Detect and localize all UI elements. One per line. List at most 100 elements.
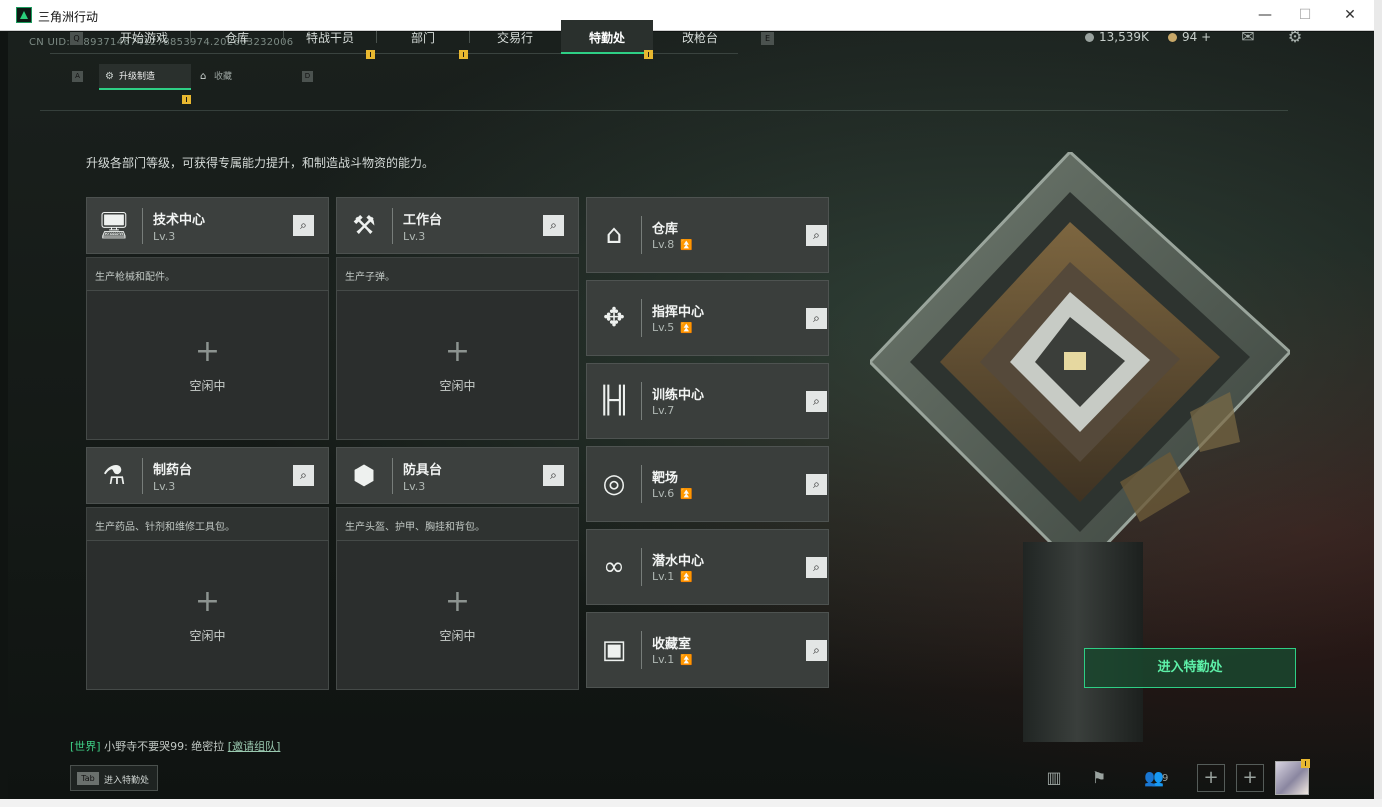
tab-departments[interactable]: 部门 <box>377 20 469 54</box>
ticket-amount: 94 <box>1182 30 1198 44</box>
department-card-training-center[interactable]: ╟╢ 训练中心 Lv.7 <box>586 363 829 439</box>
search-button[interactable]: ⌕ <box>806 474 827 495</box>
upgrade-available-icon: ⏫ <box>680 323 693 334</box>
card-divider <box>142 208 143 244</box>
department-card-shooting-range[interactable]: ◎ 靶场 Lv.6 ⏫ <box>586 446 829 522</box>
workshop-level: Lv.3 <box>153 480 176 493</box>
department-level-text: Lv.5 <box>652 321 675 334</box>
workshop-level: Lv.3 <box>403 230 426 243</box>
chat-message: 小野寺不要哭99: 绝密拉 <box>104 740 225 753</box>
invite-team-link[interactable]: [邀请组队] <box>228 740 281 753</box>
settings-gear-icon[interactable]: ⚙ <box>1285 27 1305 46</box>
slot-status: 空闲中 <box>439 379 476 393</box>
special-ops-cube-artwork <box>870 152 1290 572</box>
craft-slot-workbench[interactable]: + 空闲中 <box>336 290 579 440</box>
close-button[interactable]: ✕ <box>1327 4 1373 26</box>
diving-mask-icon: ∞ <box>603 552 625 582</box>
tab-special-ops[interactable]: 特勤处 <box>561 20 653 54</box>
flag-icon[interactable]: ⚑ <box>1083 764 1115 792</box>
search-button[interactable]: ⌕ <box>543 465 564 486</box>
tab-hint[interactable]: Tab 进入特勤处 <box>70 765 158 791</box>
department-level: Lv.6 ⏫ <box>652 487 693 500</box>
tab-trading[interactable]: 交易行 <box>470 20 560 54</box>
workshop-name: 工作台 <box>403 213 443 228</box>
computer-icon: 🖥 <box>97 211 131 241</box>
armor-icon: ⬢ <box>352 461 376 491</box>
department-level: Lv.7 <box>652 404 674 417</box>
alert-icon <box>644 50 653 59</box>
department-name: 指挥中心 <box>652 305 705 320</box>
card-divider <box>392 458 393 494</box>
friends-count: 9 <box>1162 773 1169 784</box>
card-divider <box>641 548 642 586</box>
alert-icon <box>1301 759 1310 768</box>
invite-slot-button[interactable]: + <box>1197 764 1225 792</box>
upgrade-available-icon: ⏫ <box>680 572 693 583</box>
card-divider <box>142 458 143 494</box>
card-divider <box>641 631 642 669</box>
department-name: 靶场 <box>652 471 679 486</box>
craft-icon: ⚙ <box>105 71 114 82</box>
tab-gunsmith[interactable]: 改枪台 <box>654 20 746 54</box>
subtab-collection[interactable]: ⌂ 收藏 <box>194 64 284 90</box>
tools-icon: ⚒ <box>352 211 376 241</box>
workshop-description: 生产头盔、护甲、胸挂和背包。 <box>336 507 579 541</box>
pillar-artwork <box>1023 542 1143 742</box>
collection-tab-icon: ⌂ <box>200 71 207 82</box>
tab-warehouse[interactable]: 仓库 <box>191 20 283 54</box>
card-divider <box>641 465 642 503</box>
department-level-text: Lv.1 <box>652 570 675 583</box>
department-name: 潜水中心 <box>652 554 705 569</box>
card-divider <box>392 208 393 244</box>
add-currency-icon[interactable]: + <box>1201 30 1211 44</box>
workshop-description-text: 生产头盔、护甲、胸挂和背包。 <box>345 522 485 533</box>
search-button[interactable]: ⌕ <box>543 215 564 236</box>
mail-icon[interactable]: ✉ <box>1238 27 1258 46</box>
maximize-button[interactable]: ☐ <box>1282 4 1328 26</box>
subtab-upgrade-craft-label: 升级制造 <box>119 72 156 82</box>
invite-slot-button[interactable]: + <box>1236 764 1264 792</box>
craft-slot-armor-bench[interactable]: + 空闲中 <box>336 540 579 690</box>
search-button[interactable]: ⌕ <box>806 640 827 661</box>
warehouse-icon: ⌂ <box>605 220 623 250</box>
department-card-diving-center[interactable]: ∞ 潜水中心 Lv.1 ⏫ <box>586 529 829 605</box>
ticket-balance[interactable]: 94 + <box>1168 30 1211 44</box>
chat-channel: [世界] <box>70 740 101 753</box>
subnav-next-key[interactable]: D <box>302 71 313 82</box>
nav-next-key[interactable]: E <box>761 32 774 45</box>
craft-slot-tech-center[interactable]: + 空闲中 <box>86 290 329 440</box>
search-button[interactable]: ⌕ <box>806 391 827 412</box>
enter-special-ops-button[interactable]: 进入特勤处 <box>1084 648 1296 688</box>
search-button[interactable]: ⌕ <box>293 465 314 486</box>
card-divider <box>641 382 642 420</box>
dumbbell-icon: ╟╢ <box>598 386 630 416</box>
command-icon: ✥ <box>603 303 625 333</box>
workshop-description-text: 生产子弹。 <box>345 272 395 283</box>
workshop-name: 防具台 <box>403 463 443 478</box>
target-icon: ◎ <box>602 469 626 499</box>
search-button[interactable]: ⌕ <box>806 308 827 329</box>
workshop-description: 生产药品、针剂和维修工具包。 <box>86 507 329 541</box>
subnav-prev-key[interactable]: A <box>72 71 83 82</box>
subtab-upgrade-craft[interactable]: ⚙ 升级制造 <box>99 64 191 90</box>
app-logo-icon <box>16 7 32 23</box>
coin-balance[interactable]: 13,539K <box>1085 30 1149 44</box>
workshop-name: 制药台 <box>153 463 193 478</box>
tab-start-game[interactable]: 开始游戏 <box>98 20 190 54</box>
search-button[interactable]: ⌕ <box>806 557 827 578</box>
department-card-collection-room[interactable]: ▣ 收藏室 Lv.1 ⏫ <box>586 612 829 688</box>
chat-line[interactable]: [世界] 小野寺不要哭99: 绝密拉 [邀请组队] <box>70 738 280 754</box>
department-card-command-center[interactable]: ✥ 指挥中心 Lv.5 ⏫ <box>586 280 829 356</box>
tab-operators[interactable]: 特战干员 <box>284 20 376 54</box>
slot-status: 空闲中 <box>439 629 476 643</box>
department-level: Lv.1 ⏫ <box>652 570 693 583</box>
department-level-text: Lv.6 <box>652 487 675 500</box>
stats-chart-icon[interactable]: ▥ <box>1038 764 1070 792</box>
department-card-warehouse[interactable]: ⌂ 仓库 Lv.8 ⏫ <box>586 197 829 273</box>
search-button[interactable]: ⌕ <box>806 225 827 246</box>
craft-slot-pharmacy[interactable]: + 空闲中 <box>86 540 329 690</box>
workshop-description: 生产子弹。 <box>336 257 579 291</box>
add-icon: + <box>444 584 471 619</box>
department-name: 收藏室 <box>652 637 692 652</box>
search-button[interactable]: ⌕ <box>293 215 314 236</box>
